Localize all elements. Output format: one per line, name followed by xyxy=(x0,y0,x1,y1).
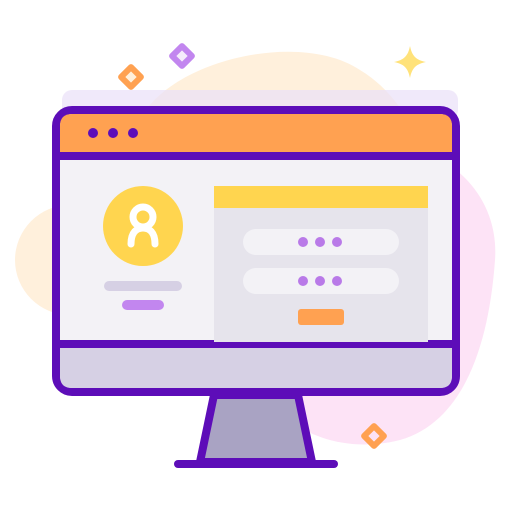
form-header-bar xyxy=(214,186,428,208)
monitor xyxy=(52,106,460,396)
login-illustration xyxy=(0,0,512,512)
window-dot-icon xyxy=(88,128,98,138)
user-avatar-icon xyxy=(103,186,183,266)
window-dot-icon xyxy=(128,128,138,138)
illustration-canvas xyxy=(15,43,496,468)
username-placeholder-line xyxy=(104,281,182,291)
password-dots-icon xyxy=(298,276,342,286)
title-bar xyxy=(60,114,452,154)
plus-sparkle-icon xyxy=(394,46,426,78)
window-dot-icon xyxy=(108,128,118,138)
role-placeholder-line xyxy=(122,300,164,310)
monitor-bezel xyxy=(60,346,452,388)
login-form xyxy=(214,186,428,342)
stand-neck xyxy=(196,391,316,466)
password-dots-icon xyxy=(298,237,342,247)
submit-button[interactable] xyxy=(298,309,344,325)
